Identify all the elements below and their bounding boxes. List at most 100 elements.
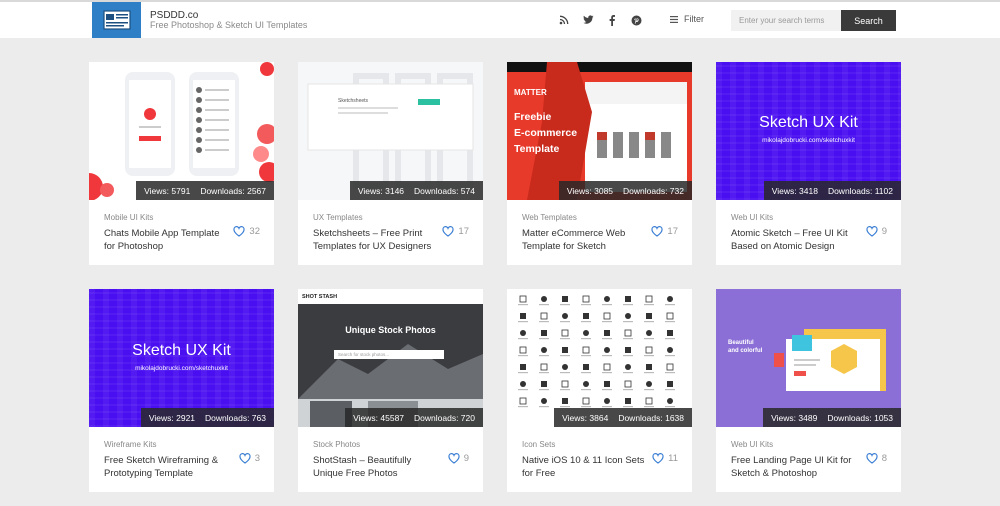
ios-glyph <box>583 381 589 387</box>
ios-glyph <box>625 296 631 302</box>
card-category[interactable]: Wireframe Kits <box>104 440 156 449</box>
ios-glyph <box>562 364 568 370</box>
card-thumbnail[interactable]: Sketch UX Kit mikolajdobrucki.com/sketch… <box>716 62 901 200</box>
downloads-count: Downloads: 574 <box>414 185 475 196</box>
ios-glyph-label <box>518 321 528 323</box>
heart-icon <box>239 453 251 464</box>
ios-glyph <box>562 347 568 353</box>
card-title[interactable]: Native iOS 10 & 11 Icon Sets for Free <box>522 454 647 480</box>
views-count: Views: 3146 <box>357 185 405 196</box>
ios-glyph-label <box>644 372 654 374</box>
menu-icon <box>670 15 678 23</box>
card-category[interactable]: Mobile UI Kits <box>104 213 153 222</box>
card-stats: Views: 2921 Downloads: 763 <box>140 408 274 427</box>
template-card[interactable]: SHOT STASH Unique Stock Photos Search fo… <box>298 289 483 492</box>
card-thumbnail[interactable]: Beautiful and colorful Views: 3489 Downlo… <box>716 289 901 427</box>
likes-count: 8 <box>881 453 887 464</box>
card-title[interactable]: Free Landing Page UI Kit for Sketch & Ph… <box>731 454 856 480</box>
card-title[interactable]: Matter eCommerce Web Template for Sketch <box>522 227 647 253</box>
search-input[interactable] <box>731 10 841 31</box>
card-thumbnail[interactable]: Views: 3864 Downloads: 1638 <box>507 289 692 427</box>
template-card[interactable]: Sketchsheets Views: 3146 Downloads: 574 U… <box>298 62 483 265</box>
ios-glyph-label <box>581 304 591 306</box>
card-title[interactable]: ShotStash – Beautifully Unique Free Phot… <box>313 454 438 480</box>
site-logo[interactable] <box>92 2 141 38</box>
card-thumbnail[interactable]: SHOT STASH Unique Stock Photos Search fo… <box>298 289 483 427</box>
thumb-headline: Freebie E-commerce Template <box>514 109 577 157</box>
svg-text:Sketchsheets: Sketchsheets <box>338 98 369 104</box>
card-category[interactable]: Web Templates <box>522 213 577 222</box>
card-thumbnail[interactable]: Views: 5791 Downloads: 2567 <box>89 62 274 200</box>
like-button[interactable]: 17 <box>651 226 678 237</box>
card-category[interactable]: Stock Photos <box>313 440 360 449</box>
ios-glyph-label <box>644 338 654 340</box>
card-category[interactable]: Icon Sets <box>522 440 555 449</box>
like-button[interactable]: 32 <box>233 226 260 237</box>
views-count: Views: 3418 <box>771 185 818 196</box>
ios-glyph <box>562 296 568 302</box>
views-count: Views: 3864 <box>562 412 609 423</box>
ios-glyph-label <box>539 304 549 306</box>
card-title[interactable]: Sketchsheets – Free Print Templates for … <box>313 227 438 253</box>
card-stats: Views: 3489 Downloads: 1053 <box>763 408 901 427</box>
ios-glyph-label <box>602 389 612 391</box>
card-thumbnail[interactable]: MATTER Freebie E-commerce Template Views… <box>507 62 692 200</box>
ios-glyph <box>604 398 610 404</box>
ios-glyph <box>520 313 526 319</box>
card-stats: Views: 3418 Downloads: 1102 <box>763 181 901 200</box>
ios-glyph-label <box>623 304 633 306</box>
card-stats: Views: 3146 Downloads: 574 <box>349 181 483 200</box>
rss-icon[interactable] <box>558 14 570 26</box>
card-thumbnail[interactable]: Sketchsheets Views: 3146 Downloads: 574 <box>298 62 483 200</box>
card-title[interactable]: Chats Mobile App Template for Photoshop <box>104 227 229 253</box>
ios-glyph-label <box>602 321 612 323</box>
ios-glyph-label <box>518 304 528 306</box>
ios-glyph-label <box>623 321 633 323</box>
ios-glyph-label <box>581 372 591 374</box>
ios-glyph <box>540 312 548 320</box>
template-card[interactable]: MATTER Freebie E-commerce Template Views… <box>507 62 692 265</box>
filter-label: Filter <box>684 14 704 24</box>
ios-glyph-label <box>518 355 528 357</box>
like-button[interactable]: 3 <box>239 453 260 464</box>
thumb-line: and colorful <box>728 348 763 354</box>
card-thumbnail[interactable]: Sketch UX Kit mikolajdobrucki.com/sketch… <box>89 289 274 427</box>
card-category[interactable]: Web UI Kits <box>731 440 773 449</box>
filter-toggle[interactable]: Filter <box>670 14 704 24</box>
ios-glyph <box>667 296 673 302</box>
like-button[interactable]: 11 <box>652 453 678 464</box>
site-tagline: Free Photoshop & Sketch UI Templates <box>150 20 308 30</box>
pinterest-icon[interactable] <box>630 14 642 26</box>
template-card[interactable]: Sketch UX Kit mikolajdobrucki.com/sketch… <box>716 62 901 265</box>
template-card[interactable]: Views: 5791 Downloads: 2567 Mobile UI Kit… <box>89 62 274 265</box>
ios-glyph-label <box>539 406 549 408</box>
ios-glyph <box>646 364 652 370</box>
ios-glyph <box>541 296 547 302</box>
ios-glyph <box>604 347 610 353</box>
ios-glyph <box>541 398 547 404</box>
ios-glyph-label <box>644 389 654 391</box>
card-title[interactable]: Free Sketch Wireframing & Prototyping Te… <box>104 454 229 480</box>
template-card[interactable]: Views: 3864 Downloads: 1638 Icon Sets Nat… <box>507 289 692 492</box>
like-button[interactable]: 8 <box>866 453 887 464</box>
search-button[interactable]: Search <box>841 10 896 31</box>
like-button[interactable]: 17 <box>442 226 469 237</box>
ios-glyph-label <box>644 304 654 306</box>
card-title[interactable]: Atomic Sketch – Free UI Kit Based on Ato… <box>731 227 856 253</box>
template-card[interactable]: Beautiful and colorful Views: 3489 Downlo… <box>716 289 901 492</box>
twitter-icon[interactable] <box>582 14 594 26</box>
ios-glyph-label <box>581 389 591 391</box>
card-category[interactable]: UX Templates <box>313 213 363 222</box>
like-button[interactable]: 9 <box>448 453 469 464</box>
facebook-icon[interactable] <box>606 14 618 26</box>
like-button[interactable]: 9 <box>866 226 887 237</box>
ios-glyph <box>540 363 548 371</box>
template-card[interactable]: Sketch UX Kit mikolajdobrucki.com/sketch… <box>89 289 274 492</box>
ios-glyph-label <box>560 304 570 306</box>
thumb-headline: Sketch UX Kit <box>759 114 858 131</box>
ios-glyph-label <box>581 338 591 340</box>
ios-glyph <box>645 397 653 405</box>
ios-glyph <box>625 347 631 353</box>
card-category[interactable]: Web UI Kits <box>731 213 773 222</box>
ios-glyph <box>562 313 568 319</box>
